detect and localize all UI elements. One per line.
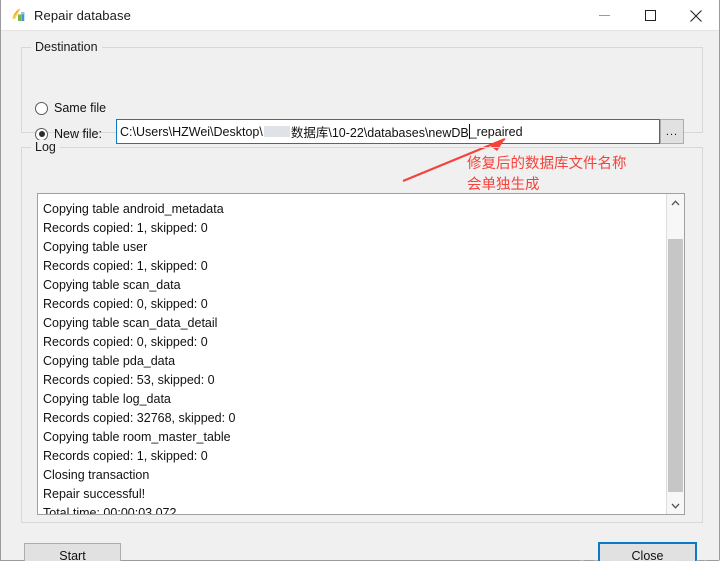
log-line: Copying table scan_data (43, 278, 181, 292)
log-line: Total time: 00:00:03.072 (43, 506, 177, 514)
log-line: Records copied: 53, skipped: 0 (43, 373, 215, 387)
log-line: Records copied: 1, skipped: 0 (43, 221, 208, 235)
close-button-label: Close (631, 548, 664, 561)
chevron-up-icon (671, 199, 680, 205)
ellipsis-icon: ... (665, 125, 679, 138)
close-icon (690, 9, 702, 22)
log-line: Records copied: 1, skipped: 0 (43, 259, 208, 273)
radio-same-file[interactable]: Same file (35, 99, 106, 117)
path-suffix: _repaired (469, 124, 523, 139)
maximize-icon (644, 10, 656, 21)
app-root: Repair database Destination Same file Ne… (0, 0, 720, 561)
log-output: Copying table android_metadata Records co… (38, 194, 666, 514)
log-line: Copying table android_metadata (43, 202, 224, 216)
log-line: Copying table room_master_table (43, 430, 231, 444)
log-line: Records copied: 0, skipped: 0 (43, 297, 208, 311)
browse-button[interactable]: ... (660, 119, 684, 144)
title-bar: Repair database (1, 0, 719, 31)
log-line: Copying table scan_data_detail (43, 316, 218, 330)
repair-database-window: Repair database Destination Same file Ne… (0, 0, 720, 561)
log-line: Records copied: 32768, skipped: 0 (43, 411, 236, 425)
scroll-thumb[interactable] (668, 239, 683, 492)
path-redacted-block (263, 126, 290, 137)
log-group-label: Log (31, 140, 60, 154)
log-line: Copying table log_data (43, 392, 171, 406)
log-line: Records copied: 0, skipped: 0 (43, 335, 208, 349)
chevron-down-icon (671, 503, 680, 509)
client-area: Destination Same file New file: C:\Users… (1, 31, 720, 561)
start-button[interactable]: Start (24, 543, 121, 561)
radio-same-file-label: Same file (54, 101, 107, 115)
log-line: Copying table pda_data (43, 354, 176, 368)
path-prefix: C:\Users\HZWei\Desktop\ (120, 124, 263, 139)
app-icon (11, 7, 27, 23)
log-line: Records copied: 1, skipped: 0 (43, 449, 208, 463)
maximize-button[interactable] (627, 0, 673, 31)
minimize-button[interactable] (581, 0, 627, 31)
start-button-label: Start (59, 549, 86, 561)
window-title: Repair database (34, 7, 131, 23)
new-file-path-input[interactable]: C:\Users\HZWei\Desktop\ 数据库\10-22\databas… (116, 119, 660, 144)
log-panel[interactable]: Copying table android_metadata Records co… (37, 193, 685, 515)
window-controls (581, 0, 719, 31)
log-scrollbar[interactable] (666, 194, 684, 514)
close-button[interactable]: Close (598, 542, 697, 561)
radio-new-file-label: New file: (54, 127, 102, 141)
new-file-path-value: C:\Users\HZWei\Desktop\ 数据库\10-22\databas… (120, 122, 523, 141)
minimize-icon (598, 15, 610, 16)
path-middle: 数据库\10-22\databases\newDB (290, 126, 469, 140)
close-window-button[interactable] (673, 0, 719, 31)
log-line: Repair successful! (43, 487, 146, 501)
scroll-up-button[interactable] (667, 194, 684, 211)
log-line: Closing transaction (43, 468, 150, 482)
radio-new-file-indicator[interactable] (35, 127, 48, 141)
destination-group-label: Destination (31, 40, 102, 54)
radio-same-file-indicator[interactable] (35, 101, 48, 115)
log-line: Copying table user (43, 240, 148, 254)
scroll-down-button[interactable] (667, 497, 684, 514)
